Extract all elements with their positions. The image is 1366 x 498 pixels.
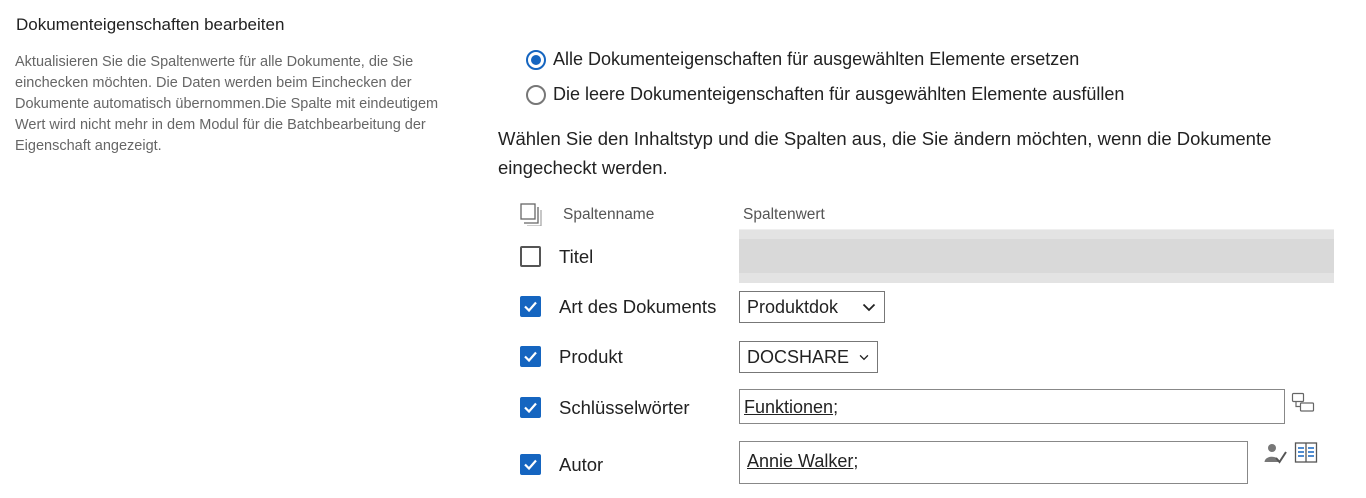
art-des-dokuments-select[interactable]: Produktdok: [739, 291, 885, 323]
column-header-name: Spaltenname: [563, 206, 655, 223]
chevron-down-icon: [862, 303, 876, 311]
checkmark-icon: [524, 402, 537, 414]
tags-icon[interactable]: [1291, 391, 1315, 415]
checkmark-icon: [524, 351, 537, 363]
schluesselwoerter-input[interactable]: Funktionen;: [739, 389, 1285, 424]
titel-value-disabled: [739, 229, 1334, 283]
keyword-separator: ;: [833, 397, 839, 417]
row-label-schluesselwoerter: Schlüsselwörter: [559, 397, 690, 418]
address-book-icon[interactable]: [1294, 441, 1318, 465]
author-token[interactable]: Annie Walker: [747, 451, 853, 471]
radio-fill-empty[interactable]: [526, 84, 546, 105]
produkt-select[interactable]: DOCSHARE: [739, 341, 878, 373]
instruction-text: Wählen Sie den Inhaltstyp und die Spalte…: [498, 128, 1272, 178]
option-fill-empty[interactable]: Die leere Dokumenteigenschaften für ausg…: [526, 84, 1124, 105]
autor-input[interactable]: Annie Walker;: [739, 441, 1248, 484]
author-separator: ;: [853, 451, 859, 471]
checkbox-art-des-dokuments[interactable]: [520, 296, 541, 317]
column-header-value: Spaltenwert: [743, 206, 825, 223]
keyword-token[interactable]: Funktionen: [744, 397, 833, 417]
checkbox-produkt[interactable]: [520, 346, 541, 367]
option-fill-empty-label: Die leere Dokumenteigenschaften für ausg…: [553, 84, 1125, 104]
section-description: Aktualisieren Sie die Spaltenwerte für a…: [15, 54, 439, 154]
radio-replace-all[interactable]: [526, 49, 546, 70]
checkbox-titel[interactable]: [520, 246, 541, 267]
produkt-value: DOCSHARE: [747, 346, 850, 367]
option-replace-all[interactable]: Alle Dokumenteigenschaften für ausgewähl…: [526, 49, 1079, 70]
checkbox-autor[interactable]: [520, 454, 541, 475]
checkmark-icon: [524, 301, 537, 313]
check-names-icon[interactable]: [1263, 441, 1287, 465]
checkmark-icon: [524, 459, 537, 471]
row-label-titel: Titel: [559, 246, 594, 267]
chevron-down-icon: [859, 354, 869, 360]
copy-icon[interactable]: [519, 202, 543, 226]
art-des-dokuments-value: Produktdok: [747, 296, 839, 317]
row-label-produkt: Produkt: [559, 346, 623, 367]
option-replace-all-label: Alle Dokumenteigenschaften für ausgewähl…: [553, 49, 1080, 69]
section-title: Dokumenteigenschaften bearbeiten: [16, 15, 285, 34]
checkbox-schluesselwoerter[interactable]: [520, 397, 541, 418]
row-label-autor: Autor: [559, 454, 604, 475]
row-label-art-des-dokuments: Art des Dokuments: [559, 296, 717, 317]
